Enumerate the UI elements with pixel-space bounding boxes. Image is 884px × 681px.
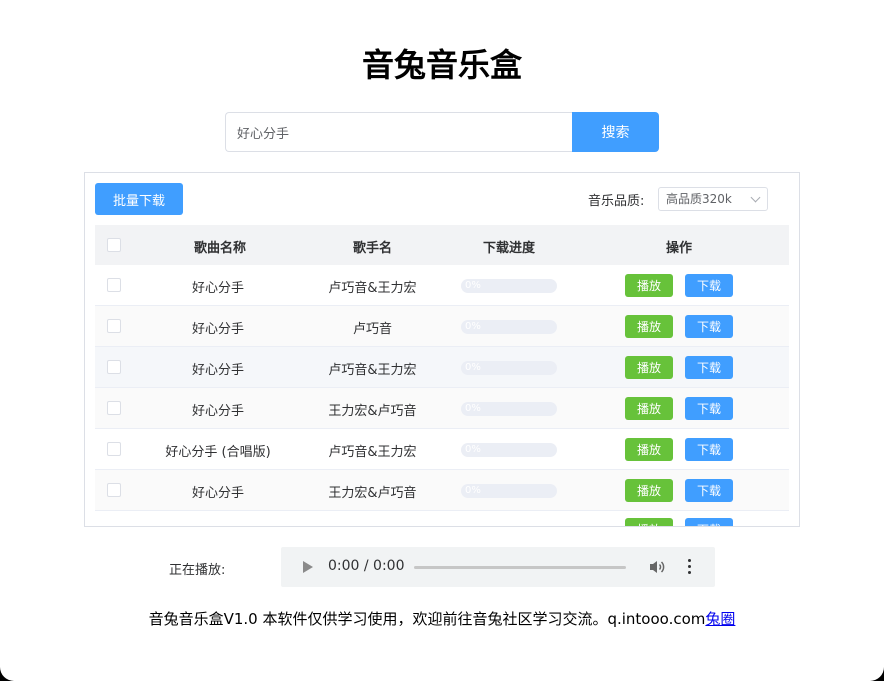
download-progress: 0% <box>461 484 557 498</box>
batch-download-button[interactable]: 批量下载 <box>95 183 183 215</box>
chevron-down-icon <box>750 192 761 203</box>
artist-name: 王力宏&卢巧音 <box>328 404 417 419</box>
table-row: 播放 下载 <box>95 511 789 526</box>
download-button[interactable]: 下载 <box>685 274 733 297</box>
column-header-actions: 操作 <box>665 241 692 256</box>
song-table: 歌曲名称 歌手名 下载进度 操作 好心分手 卢巧音&王力宏 0% 播放 下载 好… <box>95 225 789 526</box>
download-button[interactable]: 下载 <box>685 438 733 461</box>
play-button[interactable]: 播放 <box>625 356 673 379</box>
playback-time: 0:00 / 0:00 <box>328 558 405 574</box>
search-input[interactable] <box>225 112 573 152</box>
volume-icon[interactable] <box>647 557 667 577</box>
artist-name: 卢巧音&王力宏 <box>328 363 417 378</box>
app-window: 音兔音乐盒 搜索 批量下载 音乐品质: 高品质320k 歌曲名称 歌手名 下载进… <box>0 0 884 681</box>
download-progress: 0% <box>461 320 557 334</box>
table-row: 好心分手 王力宏&卢巧音 0% 播放 下载 <box>95 470 789 511</box>
quality-select[interactable]: 高品质320k <box>658 187 768 211</box>
row-checkbox[interactable] <box>107 442 121 456</box>
song-name: 好心分手 <box>191 404 244 419</box>
artist-name: 卢巧音&王力宏 <box>328 445 417 460</box>
table-row: 好心分手 卢巧音&王力宏 0% 播放 下载 <box>95 265 789 306</box>
artist-name: 卢巧音 <box>352 322 392 337</box>
download-button[interactable]: 下载 <box>685 518 733 526</box>
quality-selected-value: 高品质320k <box>666 192 732 206</box>
table-row: 好心分手 卢巧音&王力宏 0% 播放 下载 <box>95 347 789 388</box>
column-header-song: 歌曲名称 <box>193 241 246 256</box>
play-button[interactable]: 播放 <box>625 438 673 461</box>
row-checkbox[interactable] <box>107 483 121 497</box>
artist-name: 卢巧音&王力宏 <box>328 281 417 296</box>
artist-name: 王力宏&卢巧音 <box>328 486 417 501</box>
download-button[interactable]: 下载 <box>685 356 733 379</box>
row-checkbox[interactable] <box>107 401 121 415</box>
song-name: 好心分手 (合唱版) <box>165 445 271 460</box>
row-checkbox[interactable] <box>107 319 121 333</box>
download-button[interactable]: 下载 <box>685 397 733 420</box>
play-button[interactable]: 播放 <box>625 518 673 526</box>
audio-player: 0:00 / 0:00 <box>281 547 715 587</box>
footer-text: 音兔音乐盒V1.0 本软件仅供学习使用，欢迎前往音兔社区学习交流。q.intoo… <box>148 610 706 628</box>
play-button[interactable]: 播放 <box>625 479 673 502</box>
song-name: 好心分手 <box>191 486 244 501</box>
table-row: 好心分手 王力宏&卢巧音 0% 播放 下载 <box>95 388 789 429</box>
search-button[interactable]: 搜索 <box>572 112 659 152</box>
play-icon[interactable] <box>303 561 313 573</box>
play-button[interactable]: 播放 <box>625 274 673 297</box>
download-progress: 0% <box>461 443 557 457</box>
song-name: 好心分手 <box>191 363 244 378</box>
footer: 音兔音乐盒V1.0 本软件仅供学习使用，欢迎前往音兔社区学习交流。q.intoo… <box>0 608 884 629</box>
seek-bar[interactable] <box>414 566 626 569</box>
table-row: 好心分手 卢巧音 0% 播放 下载 <box>95 306 789 347</box>
download-progress: 0% <box>461 361 557 375</box>
row-checkbox[interactable] <box>107 360 121 374</box>
more-options-icon[interactable] <box>682 559 696 575</box>
column-header-progress: 下载进度 <box>482 241 535 256</box>
song-name: 好心分手 <box>191 322 244 337</box>
song-name: 好心分手 <box>191 281 244 296</box>
download-progress: 0% <box>461 402 557 416</box>
play-button[interactable]: 播放 <box>625 315 673 338</box>
row-checkbox[interactable] <box>107 278 121 292</box>
download-button[interactable]: 下载 <box>685 479 733 502</box>
play-button[interactable]: 播放 <box>625 397 673 420</box>
page-title: 音兔音乐盒 <box>361 46 522 84</box>
column-header-artist: 歌手名 <box>352 241 392 256</box>
result-panel: 批量下载 音乐品质: 高品质320k 歌曲名称 歌手名 下载进度 操作 好心分手… <box>84 172 800 527</box>
quality-label: 音乐品质: <box>588 194 645 209</box>
community-link[interactable]: 兔圈 <box>705 610 735 628</box>
download-button[interactable]: 下载 <box>685 315 733 338</box>
table-header: 歌曲名称 歌手名 下载进度 操作 <box>95 225 789 265</box>
table-row: 好心分手 (合唱版) 卢巧音&王力宏 0% 播放 下载 <box>95 429 789 470</box>
download-progress: 0% <box>461 279 557 293</box>
select-all-checkbox[interactable] <box>107 238 121 252</box>
now-playing-label: 正在播放: <box>169 563 226 578</box>
